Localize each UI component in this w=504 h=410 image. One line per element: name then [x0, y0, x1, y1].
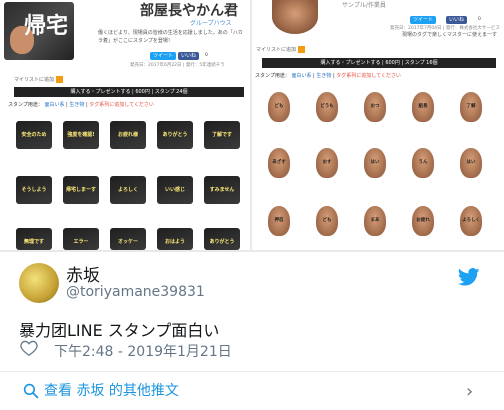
sticker-item[interactable]: ありがとう [204, 228, 240, 250]
sticker-caption: うん [418, 160, 428, 165]
mylist-label: マイリストに追加 [14, 77, 55, 83]
sticker-caption: まあ [370, 218, 380, 223]
sticker-caption: 押忍 [274, 218, 284, 223]
display-name[interactable]: 赤坂 [66, 261, 100, 286]
mylist-add-icon[interactable] [298, 46, 306, 53]
sticker-item[interactable]: 了解 [460, 92, 482, 122]
sticker-item[interactable]: 強度を確認! [63, 121, 99, 149]
sticker-item[interactable]: 了解です [204, 121, 240, 149]
avatar[interactable] [19, 263, 59, 303]
usage-link-2[interactable]: 生き物 [316, 73, 331, 79]
sticker-caption: あざす [272, 160, 286, 165]
tweet-text: 暴力团LINE スタンプ面白い [19, 321, 220, 340]
sticker-item[interactable]: 押忍 [268, 206, 290, 236]
banner-text: 帰宅 [23, 14, 68, 39]
tweet-timestamp[interactable]: 下午2:48 - 2019年1月21日 [54, 341, 232, 361]
sticker-caption: よろしく [462, 218, 480, 223]
sticker-item[interactable]: あざす [268, 148, 290, 178]
sticker-item[interactable]: よろしく [110, 176, 146, 204]
sticker-item[interactable]: そうしよう [16, 176, 52, 204]
sticker-item[interactable]: よろしく [460, 206, 482, 236]
mylist-row[interactable]: マイリストに追加 [14, 76, 64, 83]
buy-bar[interactable]: 購入する・プレゼントする | 600円 | スタンプ 16個 [262, 58, 496, 68]
user-handle[interactable]: @toriyamane39831 [66, 284, 205, 300]
sticker-item[interactable]: はい [364, 148, 386, 178]
sticker-item[interactable]: いい感じ [157, 176, 193, 204]
sticker-item[interactable]: まあ [364, 206, 386, 236]
mylist-row[interactable]: マイリストに追加 [256, 46, 306, 53]
divider [0, 371, 504, 372]
sticker-caption: お疲れ [416, 218, 430, 223]
share-count: 0 [205, 53, 208, 58]
heart-icon[interactable] [20, 340, 38, 356]
usage-link-2[interactable]: 生き物 [69, 102, 84, 108]
sticker-item[interactable]: 組長 [412, 92, 434, 122]
sticker-caption: ども [274, 104, 284, 109]
sticker-caption: はい [370, 160, 380, 165]
sticker-caption: おす [322, 160, 332, 165]
sticker-item[interactable]: ありがとう [157, 121, 193, 149]
like-share-button[interactable]: いいね [178, 52, 200, 60]
sticker-caption: ども [322, 218, 332, 223]
sticker-item[interactable]: ども [268, 92, 290, 122]
usage-label: スタンプ用途： [8, 102, 43, 108]
release-info: 発売日：2017年7月04日 | 発行：株式会社大サービス [390, 26, 500, 31]
sticker-item[interactable]: エラー [63, 228, 99, 250]
sticker-title: 部屋長やかん君 [140, 3, 238, 19]
sticker-item[interactable]: お疲れ様 [110, 121, 146, 149]
usage-link-1[interactable]: 面白い系 [291, 73, 311, 79]
share-count: 0 [478, 17, 481, 22]
sticker-caption: はい [466, 160, 476, 165]
sticker-item[interactable]: 帰宅しまーす [63, 176, 99, 204]
usage-link-3[interactable]: タグ系列に追加してください [89, 102, 154, 108]
sticker-item[interactable]: おはよう [157, 228, 193, 250]
sticker-caption: おつ [370, 104, 380, 109]
sticker-item[interactable]: 安全のため [16, 121, 52, 149]
twitter-bird-icon[interactable] [458, 268, 480, 286]
sticker-item[interactable]: オッケー [110, 228, 146, 250]
sticker-item[interactable]: お疲れ [412, 206, 434, 236]
sticker-item[interactable]: はい [460, 148, 482, 178]
more-tweets-link[interactable]: 查看 赤坂 的其他推文 [44, 380, 179, 400]
sticker-caption: どうも [320, 104, 334, 109]
usage-label: スタンプ用途： [255, 73, 290, 79]
usage-link-3[interactable]: タグ系列に追加してください [336, 73, 401, 79]
sticker-item[interactable]: ども [316, 206, 338, 236]
sticker-item[interactable]: おす [316, 148, 338, 178]
release-info: 発売日：2017年6月22日 | 発行：5年連続チラ [130, 63, 225, 68]
sticker-caption: 了解 [466, 104, 476, 109]
like-share-button[interactable]: いいね [446, 16, 468, 24]
tweet-share-button[interactable]: ツイート [410, 16, 437, 24]
chevron-right-icon[interactable]: › [466, 381, 473, 402]
sticker-title: サンプル/作業員 [342, 2, 386, 9]
mylist-label: マイリストに追加 [256, 47, 297, 53]
mylist-add-icon[interactable] [56, 76, 64, 83]
sticker-author[interactable]: グループハウス [190, 18, 232, 27]
sticker-banner-image [272, 0, 318, 34]
usage-row: スタンプ用途： 面白い系 | 生き物 | タグ系列に追加してください [255, 73, 401, 79]
sticker-caption: 組長 [418, 104, 428, 109]
sticker-item[interactable]: どうも [316, 92, 338, 122]
buy-bar[interactable]: 購入する・プレゼントする | 600円 | スタンプ 24個 [14, 87, 244, 97]
left-sticker-page: 帰宅 部屋長やかん君 グループハウス 働くほどより、現場員の皆様の生活を応援しま… [0, 0, 250, 250]
search-icon [23, 383, 39, 399]
usage-row: スタンプ用途： 面白い系 | 生き物 | タグ系列に追加してください [8, 102, 154, 108]
tweet-share-button[interactable]: ツイート [150, 52, 177, 60]
sticker-item[interactable]: 無理です [16, 228, 52, 250]
sticker-description: 働くほどより、現場員の皆様の生活を応援しました。あの「ハカラ着」がここにスタンプ… [98, 30, 243, 44]
sticker-item[interactable]: うん [412, 148, 434, 178]
sticker-description: 現場のタグで楽しくマスターに使えまーす [402, 32, 498, 38]
usage-link-1[interactable]: 面白い系 [44, 102, 64, 108]
sticker-item[interactable]: すみません [204, 176, 240, 204]
sticker-item[interactable]: おつ [364, 92, 386, 122]
sticker-banner-image: 帰宅 [4, 2, 74, 60]
tweet-attached-image[interactable]: 帰宅 部屋長やかん君 グループハウス 働くほどより、現場員の皆様の生活を応援しま… [0, 0, 504, 252]
